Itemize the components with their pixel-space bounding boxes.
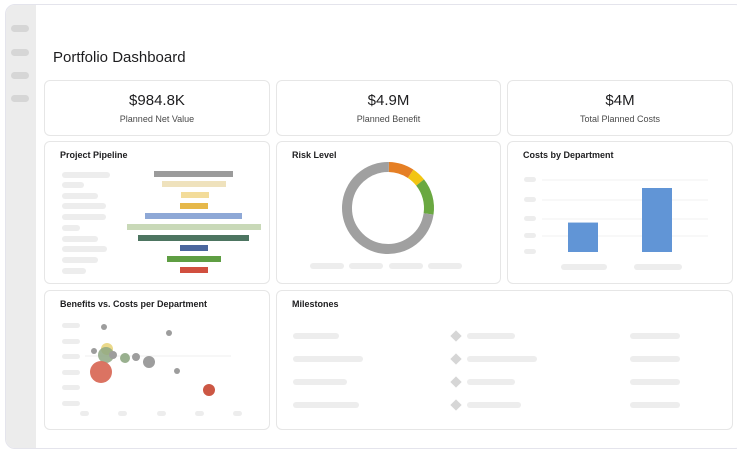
milestone-diamond-icon xyxy=(450,353,462,365)
kpi-card-net-value[interactable]: $984.8K Planned Net Value xyxy=(44,80,270,136)
pipeline-bar[interactable] xyxy=(138,235,249,241)
kpi-card-planned-benefit[interactable]: $4.9M Planned Benefit xyxy=(276,80,501,136)
milestone-status-placeholder xyxy=(630,333,680,339)
costs-bar-chart[interactable] xyxy=(508,142,734,285)
sidebar-rail xyxy=(6,5,36,448)
milestone-status-placeholder xyxy=(630,402,680,408)
pipeline-label-placeholder xyxy=(62,268,86,274)
sidebar-nav-item[interactable] xyxy=(11,25,29,32)
card-title: Project Pipeline xyxy=(60,150,128,160)
pipeline-bar[interactable] xyxy=(145,213,242,219)
pipeline-bar[interactable] xyxy=(127,224,261,230)
benefits-costs-bubble-chart[interactable] xyxy=(45,291,271,431)
pipeline-label-placeholder xyxy=(62,236,98,242)
pipeline-bar[interactable] xyxy=(162,181,226,187)
sidebar-nav-item[interactable] xyxy=(11,72,29,79)
costs-by-department-card[interactable]: Costs by Department xyxy=(507,141,733,284)
milestone-diamond-icon xyxy=(450,376,462,388)
x-label-placeholder xyxy=(634,264,682,270)
pipeline-bar[interactable] xyxy=(167,256,221,262)
benefits-vs-costs-card[interactable]: Benefits vs. Costs per Department xyxy=(44,290,270,430)
pipeline-label-placeholder xyxy=(62,203,106,209)
milestone-row[interactable] xyxy=(277,353,734,365)
milestone-name-placeholder xyxy=(293,379,347,385)
pipeline-bar[interactable] xyxy=(154,171,233,177)
milestone-diamond-icon xyxy=(450,399,462,411)
milestone-row[interactable] xyxy=(277,330,734,342)
milestone-name-placeholder xyxy=(293,402,359,408)
kpi-value: $984.8K xyxy=(129,92,185,109)
pipeline-label-placeholder xyxy=(62,214,106,220)
kpi-label: Total Planned Costs xyxy=(579,114,661,124)
bubble-point[interactable] xyxy=(143,356,155,368)
milestone-row[interactable] xyxy=(277,399,734,411)
pipeline-bar[interactable] xyxy=(180,267,208,273)
bubble-point[interactable] xyxy=(90,361,112,383)
pipeline-bar[interactable] xyxy=(180,203,208,209)
risk-level-card[interactable]: Risk Level xyxy=(276,141,501,284)
bubble-point[interactable] xyxy=(166,330,172,336)
pipeline-label-placeholder xyxy=(62,182,84,188)
kpi-value: $4M xyxy=(605,92,635,109)
kpi-label: Planned Net Value xyxy=(119,114,195,124)
legend-placeholder xyxy=(389,263,423,269)
bubble-point[interactable] xyxy=(101,324,107,330)
pipeline-bar[interactable] xyxy=(180,245,208,251)
kpi-label: Planned Benefit xyxy=(356,114,421,124)
milestone-row[interactable] xyxy=(277,376,734,388)
page-title: Portfolio Dashboard xyxy=(53,49,186,66)
cost-bar[interactable] xyxy=(568,222,598,252)
milestone-date-placeholder xyxy=(467,333,515,339)
bubble-point[interactable] xyxy=(203,384,215,396)
milestone-date-placeholder xyxy=(467,402,521,408)
bubble-point[interactable] xyxy=(132,353,140,361)
risk-segment[interactable] xyxy=(416,179,434,215)
legend-placeholder xyxy=(428,263,462,269)
milestone-name-placeholder xyxy=(293,356,363,362)
kpi-card-planned-costs[interactable]: $4M Total Planned Costs xyxy=(507,80,733,136)
sidebar-nav-item[interactable] xyxy=(11,95,29,102)
kpi-value: $4.9M xyxy=(367,92,410,109)
legend-placeholder xyxy=(310,263,344,269)
pipeline-label-placeholder xyxy=(62,225,80,231)
pipeline-label-placeholder xyxy=(62,257,98,263)
card-title: Milestones xyxy=(292,299,339,309)
pipeline-bar[interactable] xyxy=(181,192,209,198)
milestones-card[interactable]: Milestones xyxy=(276,290,733,430)
risk-segment[interactable] xyxy=(407,169,425,186)
milestone-date-placeholder xyxy=(467,379,515,385)
milestone-diamond-icon xyxy=(450,330,462,342)
milestone-status-placeholder xyxy=(630,379,680,385)
milestone-status-placeholder xyxy=(630,356,680,362)
sidebar-nav-item[interactable] xyxy=(11,49,29,56)
bubble-point[interactable] xyxy=(120,353,130,363)
cost-bar[interactable] xyxy=(642,188,672,252)
milestone-date-placeholder xyxy=(467,356,537,362)
pipeline-label-placeholder xyxy=(62,246,107,252)
risk-segment[interactable] xyxy=(388,162,414,179)
bubble-point[interactable] xyxy=(174,368,180,374)
milestone-name-placeholder xyxy=(293,333,339,339)
legend-placeholder xyxy=(349,263,383,269)
project-pipeline-card[interactable]: Project Pipeline xyxy=(44,141,270,284)
bubble-point[interactable] xyxy=(109,351,117,359)
pipeline-label-placeholder xyxy=(62,193,98,199)
x-label-placeholder xyxy=(561,264,607,270)
pipeline-label-placeholder xyxy=(62,172,110,178)
bubble-point[interactable] xyxy=(91,348,97,354)
